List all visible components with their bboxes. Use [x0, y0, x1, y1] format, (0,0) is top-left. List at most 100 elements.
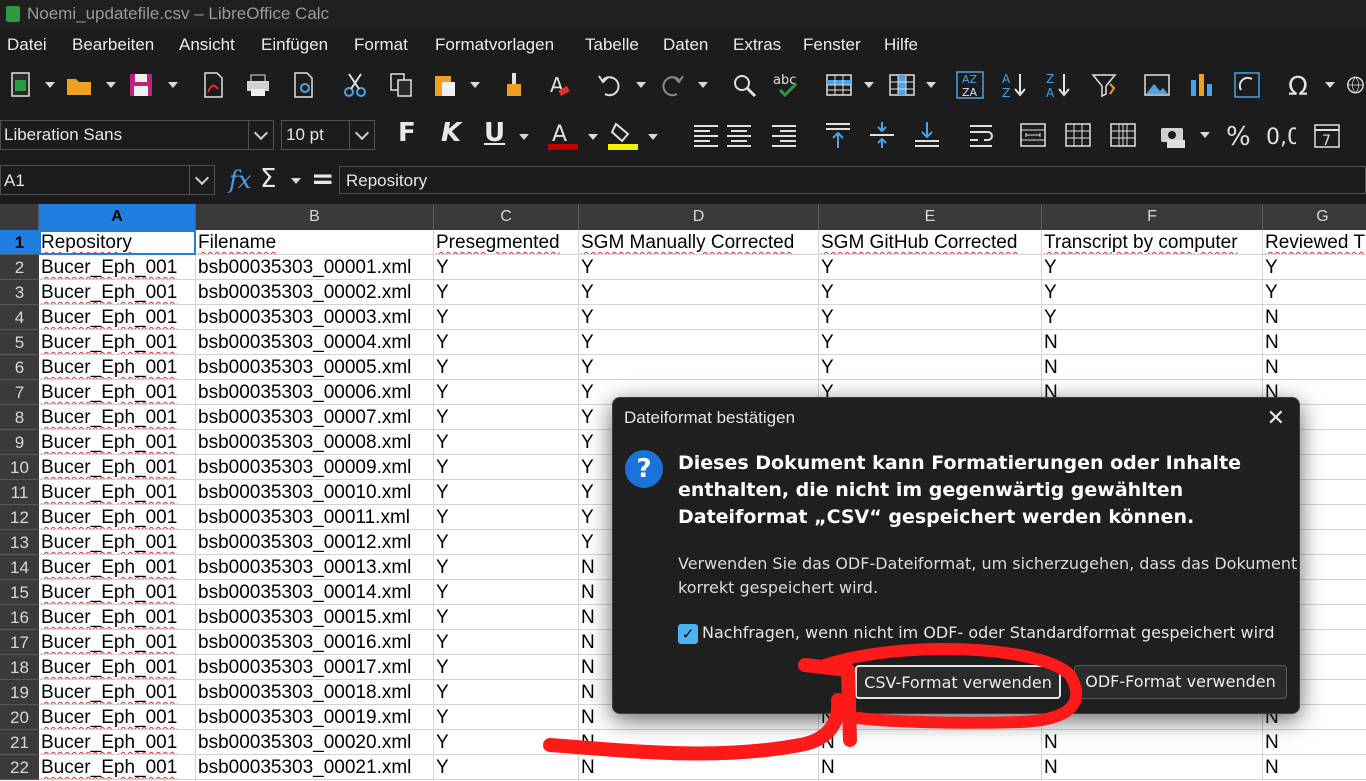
new-dropdown-icon[interactable] — [45, 68, 55, 102]
table-cell[interactable]: Y — [819, 280, 1042, 305]
table-cell[interactable]: N — [1263, 355, 1366, 380]
insert-image-icon[interactable] — [1140, 68, 1174, 102]
clear-formatting-icon[interactable]: A — [542, 68, 576, 102]
table-cell[interactable]: Y — [1042, 280, 1263, 305]
sort-ascending-icon[interactable]: AZ — [998, 68, 1032, 102]
menu-fenster[interactable]: Fenster — [803, 35, 861, 55]
currency-dropdown-icon[interactable] — [1200, 118, 1210, 152]
undo-icon[interactable] — [593, 68, 627, 102]
menu-ansicht[interactable]: Ansicht — [179, 35, 235, 55]
table-cell[interactable]: Bucer_Eph_001 — [39, 655, 196, 680]
table-cell[interactable]: bsb00035303_00019.xml — [196, 705, 434, 730]
table-cell[interactable]: Bucer_Eph_001 — [39, 755, 196, 780]
align-center-icon[interactable] — [722, 118, 756, 152]
row-header[interactable]: 22 — [0, 755, 39, 780]
row-icon[interactable] — [822, 68, 856, 102]
table-cell[interactable]: Y — [1042, 255, 1263, 280]
table-cell[interactable]: Y — [434, 730, 579, 755]
underline-icon[interactable]: U — [484, 118, 505, 148]
table-cell[interactable]: Y — [434, 555, 579, 580]
table-cell[interactable]: N — [1042, 730, 1263, 755]
merge-cells-icon[interactable] — [1061, 118, 1095, 152]
table-cell[interactable]: Bucer_Eph_001 — [39, 280, 196, 305]
table-cell[interactable]: Y — [1263, 255, 1366, 280]
use-odf-format-button[interactable]: ODF-Format verwenden — [1074, 665, 1287, 699]
table-cell[interactable]: bsb00035303_00012.xml — [196, 530, 434, 555]
column-header-f[interactable]: F — [1042, 204, 1263, 230]
print-icon[interactable] — [241, 68, 275, 102]
table-cell[interactable]: N — [1042, 355, 1263, 380]
save-dropdown-icon[interactable] — [168, 68, 178, 102]
table-cell[interactable]: bsb00035303_00015.xml — [196, 605, 434, 630]
special-character-dropdown-icon[interactable] — [1325, 68, 1335, 102]
column-header-c[interactable]: C — [434, 204, 579, 230]
table-cell[interactable]: bsb00035303_00014.xml — [196, 580, 434, 605]
align-top-icon[interactable] — [821, 118, 855, 152]
table-cell[interactable]: Bucer_Eph_001 — [39, 555, 196, 580]
print-preview-icon[interactable] — [287, 68, 321, 102]
table-cell[interactable]: Bucer_Eph_001 — [39, 355, 196, 380]
row-header[interactable]: 12 — [0, 505, 39, 530]
table-cell[interactable]: Bucer_Eph_001 — [39, 605, 196, 630]
table-cell[interactable]: Y — [579, 255, 819, 280]
close-icon[interactable]: ✕ — [1267, 406, 1285, 431]
table-cell[interactable]: Y — [579, 280, 819, 305]
table-cell[interactable]: Y — [819, 305, 1042, 330]
row-header[interactable]: 16 — [0, 605, 39, 630]
number-format-icon[interactable]: 0,0 — [1264, 118, 1298, 152]
table-cell[interactable]: Bucer_Eph_001 — [39, 505, 196, 530]
redo-dropdown-icon[interactable] — [698, 68, 708, 102]
underline-dropdown-icon[interactable] — [519, 120, 529, 154]
column-header-b[interactable]: B — [196, 204, 434, 230]
row-header[interactable]: 4 — [0, 305, 39, 330]
header-cell[interactable]: Reviewed T — [1263, 230, 1366, 255]
table-cell[interactable]: N — [819, 755, 1042, 780]
cut-icon[interactable] — [338, 68, 372, 102]
table-cell[interactable]: bsb00035303_00003.xml — [196, 305, 434, 330]
column-header-e[interactable]: E — [819, 204, 1042, 230]
autofilter-icon[interactable] — [1088, 68, 1122, 102]
row-header[interactable]: 6 — [0, 355, 39, 380]
unmerge-cells-icon[interactable] — [1106, 118, 1140, 152]
menu-daten[interactable]: Daten — [663, 35, 708, 55]
menu-bearbeiten[interactable]: Bearbeiten — [72, 35, 154, 55]
insert-chart-icon[interactable] — [1185, 68, 1219, 102]
row-header[interactable]: 7 — [0, 380, 39, 405]
select-all-corner[interactable] — [0, 204, 39, 230]
table-cell[interactable]: N — [1263, 330, 1366, 355]
sum-dropdown-icon[interactable] — [291, 164, 301, 198]
wrap-text-icon[interactable] — [965, 118, 999, 152]
use-csv-format-button[interactable]: CSV-Format verwenden — [855, 665, 1061, 699]
align-left-icon[interactable] — [689, 118, 723, 152]
row-dropdown-icon[interactable] — [864, 68, 874, 102]
font-name-box[interactable]: Liberation Sans — [0, 120, 274, 150]
header-cell[interactable]: Presegmented — [434, 230, 579, 255]
column-header-d[interactable]: D — [579, 204, 819, 230]
font-color-dropdown-icon[interactable] — [588, 120, 598, 154]
name-box-dropdown-icon[interactable] — [189, 166, 214, 194]
align-bottom-icon[interactable] — [910, 118, 944, 152]
row-header[interactable]: 8 — [0, 405, 39, 430]
table-cell[interactable]: Bucer_Eph_001 — [39, 580, 196, 605]
merge-center-icon[interactable] — [1016, 118, 1050, 152]
table-cell[interactable]: Y — [434, 280, 579, 305]
table-cell[interactable]: Y — [434, 680, 579, 705]
open-dropdown-icon[interactable] — [106, 68, 116, 102]
open-folder-icon[interactable] — [62, 68, 96, 102]
name-box[interactable]: A1 — [0, 165, 215, 195]
clone-formatting-icon[interactable] — [497, 68, 531, 102]
row-header[interactable]: 10 — [0, 455, 39, 480]
header-cell[interactable]: Transcript by computer — [1042, 230, 1263, 255]
menu-format[interactable]: Format — [354, 35, 408, 55]
spelling-icon[interactable]: abc — [770, 68, 804, 102]
table-cell[interactable]: N — [579, 755, 819, 780]
table-cell[interactable]: Bucer_Eph_001 — [39, 305, 196, 330]
pivot-table-icon[interactable] — [1230, 68, 1264, 102]
sort-descending-icon[interactable]: ZA — [1042, 68, 1076, 102]
table-cell[interactable]: Y — [434, 505, 579, 530]
table-cell[interactable]: Y — [434, 305, 579, 330]
table-cell[interactable]: Y — [579, 305, 819, 330]
table-cell[interactable]: N — [1263, 730, 1366, 755]
table-cell[interactable]: bsb00035303_00009.xml — [196, 455, 434, 480]
font-size-box[interactable]: 10 pt — [281, 120, 375, 150]
